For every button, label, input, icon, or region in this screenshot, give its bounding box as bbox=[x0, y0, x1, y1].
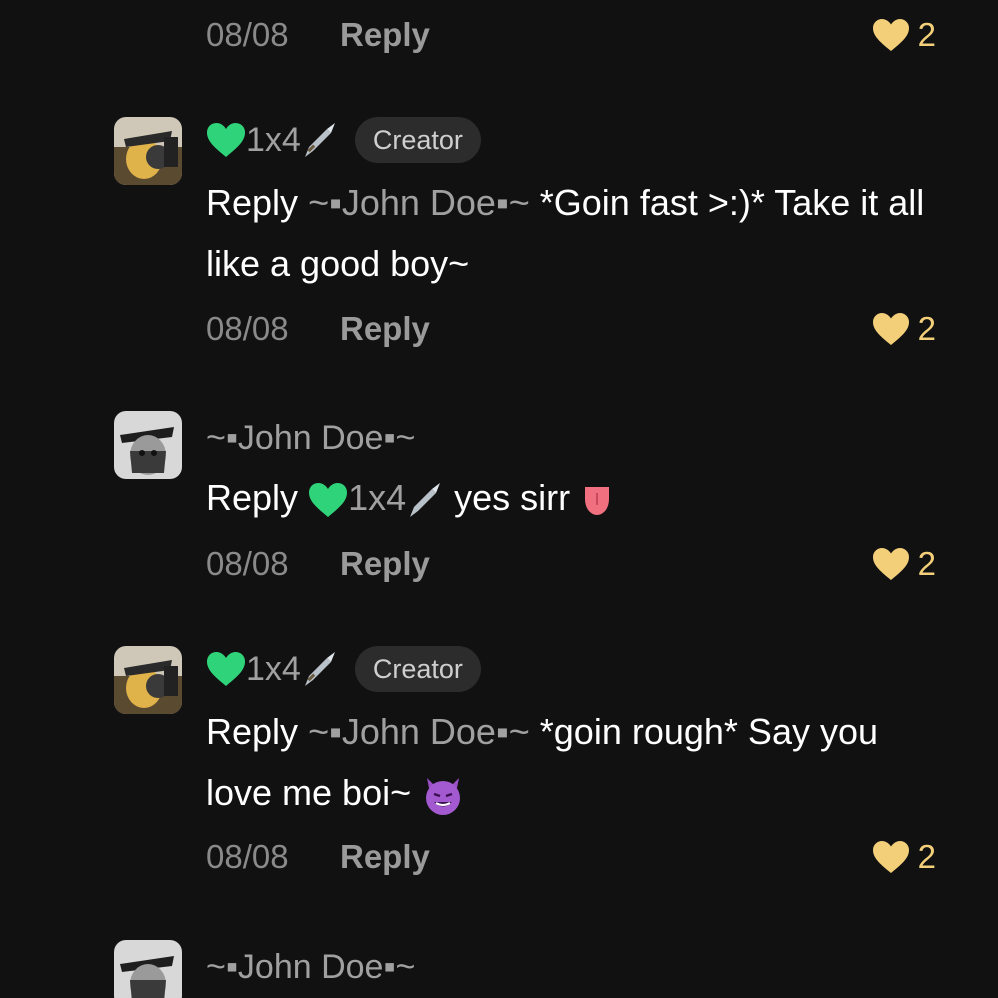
comment-meta-row: 08/08 Reply 2 bbox=[206, 832, 946, 882]
like-heart-icon bbox=[872, 841, 909, 873]
dagger-icon bbox=[304, 123, 335, 157]
reply-button[interactable]: Reply bbox=[340, 838, 430, 876]
comment-thread: 08/08 Reply 2 1x4 Creator Reply ~▪John D… bbox=[0, 0, 998, 998]
mention-link[interactable]: 1x4 bbox=[308, 477, 454, 518]
avatar[interactable] bbox=[114, 411, 182, 479]
comment-header: ~▪John Doe▪~ bbox=[206, 942, 415, 992]
username-text: 1x4 bbox=[246, 120, 301, 159]
like-button[interactable]: 2 bbox=[872, 10, 936, 60]
dagger-icon bbox=[410, 483, 441, 518]
dagger-icon bbox=[304, 652, 335, 686]
comment-date: 08/08 bbox=[206, 838, 289, 875]
reply-prefix: Reply bbox=[206, 711, 299, 752]
comment-text: *goin rough* Say you love me boi~ bbox=[206, 711, 879, 813]
like-heart-icon bbox=[872, 313, 909, 345]
username[interactable]: 1x4 bbox=[206, 650, 339, 689]
smiling-devil-emoji-icon bbox=[426, 778, 461, 816]
comment-body: Reply ~▪John Doe▪~ *goin rough* Say you … bbox=[206, 701, 936, 823]
reply-button[interactable]: Reply bbox=[340, 310, 430, 348]
like-button[interactable]: 2 bbox=[872, 539, 936, 589]
avatar[interactable] bbox=[114, 646, 182, 714]
tongue-emoji-icon bbox=[585, 487, 610, 516]
like-count: 2 bbox=[917, 545, 936, 582]
like-button[interactable]: 2 bbox=[872, 304, 936, 354]
comment-meta-row: 08/08 Reply 2 bbox=[206, 539, 946, 589]
green-heart-icon bbox=[207, 123, 245, 157]
comment-body: Reply ~▪John Doe▪~ *Goin fast >:)* Take … bbox=[206, 172, 936, 294]
comment-date: 08/08 bbox=[206, 16, 289, 53]
username[interactable]: ~▪John Doe▪~ bbox=[206, 419, 415, 458]
reply-button[interactable]: Reply bbox=[340, 16, 430, 54]
mention-link[interactable]: ~▪John Doe▪~ bbox=[308, 182, 530, 223]
mention-link[interactable]: ~▪John Doe▪~ bbox=[308, 711, 530, 752]
like-count: 2 bbox=[917, 838, 936, 875]
comment-meta-row: 08/08 Reply 2 bbox=[206, 10, 946, 60]
green-heart-icon bbox=[309, 483, 348, 518]
comment-header: ~▪John Doe▪~ bbox=[206, 413, 415, 463]
reply-prefix: Reply bbox=[206, 477, 299, 518]
comment-text: yes sirr bbox=[454, 477, 571, 518]
like-count: 2 bbox=[917, 310, 936, 347]
like-heart-icon bbox=[872, 548, 909, 580]
comment-header: 1x4 Creator bbox=[206, 644, 481, 694]
reply-button[interactable]: Reply bbox=[340, 545, 430, 583]
creator-badge: Creator bbox=[354, 117, 481, 163]
mention-text: 1x4 bbox=[348, 477, 407, 518]
like-count: 2 bbox=[917, 16, 936, 53]
like-button[interactable]: 2 bbox=[872, 832, 936, 882]
like-heart-icon bbox=[872, 19, 909, 51]
avatar[interactable] bbox=[114, 940, 182, 998]
green-heart-icon bbox=[207, 652, 245, 686]
username[interactable]: ~▪John Doe▪~ bbox=[206, 948, 415, 987]
comment-meta-row: 08/08 Reply 2 bbox=[206, 304, 946, 354]
reply-prefix: Reply bbox=[206, 182, 299, 223]
avatar[interactable] bbox=[114, 117, 182, 185]
username[interactable]: 1x4 bbox=[206, 121, 339, 160]
username-text: 1x4 bbox=[246, 649, 301, 688]
comment-date: 08/08 bbox=[206, 310, 289, 347]
comment-date: 08/08 bbox=[206, 545, 289, 582]
comment-header: 1x4 Creator bbox=[206, 115, 481, 165]
creator-badge: Creator bbox=[354, 646, 481, 692]
comment-body: Reply 1x4 yes sirr bbox=[206, 467, 936, 528]
